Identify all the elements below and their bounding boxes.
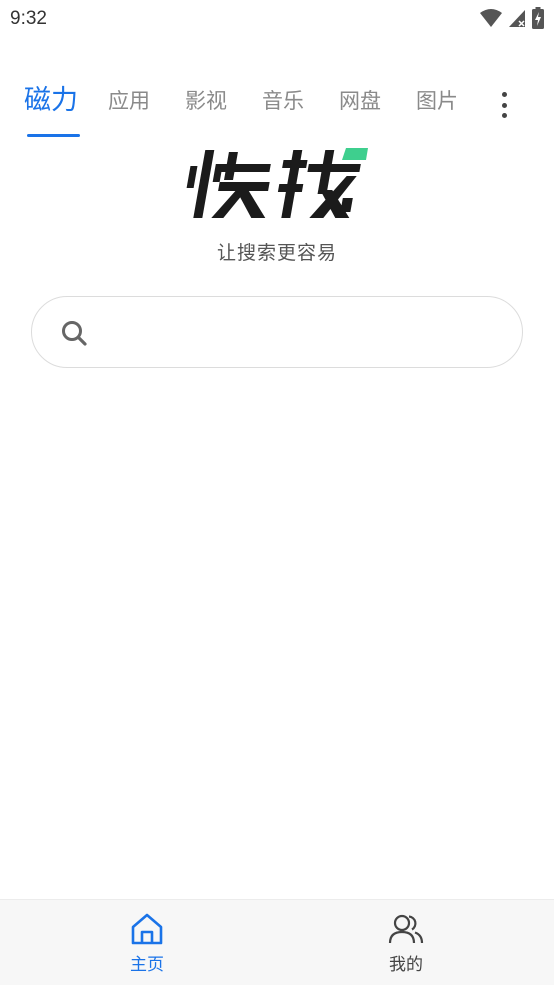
tab-music[interactable]: 音乐 xyxy=(262,76,304,126)
active-tab-indicator xyxy=(27,134,80,137)
wifi-icon xyxy=(480,9,502,27)
nav-home-label: 主页 xyxy=(130,955,164,975)
nav-mine[interactable]: 我的 xyxy=(346,912,466,975)
search-box[interactable] xyxy=(31,296,523,368)
category-tabs: 磁力 应用 影视 音乐 网盘 图片 xyxy=(0,76,554,140)
nav-home[interactable]: 主页 xyxy=(87,912,207,975)
tab-magnet[interactable]: 磁力 xyxy=(24,76,78,126)
tab-images[interactable]: 图片 xyxy=(416,76,458,126)
nav-mine-label: 我的 xyxy=(389,955,423,975)
signal-icon xyxy=(509,10,525,27)
more-vertical-icon[interactable] xyxy=(494,90,514,120)
search-icon xyxy=(62,321,87,346)
status-icons xyxy=(480,7,544,29)
bottom-nav: 主页 我的 xyxy=(0,899,554,985)
status-bar: 9:32 xyxy=(0,0,554,38)
search-input[interactable] xyxy=(104,313,504,353)
users-icon xyxy=(388,914,424,944)
app-logo xyxy=(186,148,368,218)
status-time: 9:32 xyxy=(10,8,47,29)
home-icon xyxy=(131,913,163,945)
tagline: 让搜索更容易 xyxy=(216,242,337,264)
tab-netdisk[interactable]: 网盘 xyxy=(339,76,381,126)
tab-video[interactable]: 影视 xyxy=(185,76,227,126)
battery-charging-icon xyxy=(532,7,544,29)
tab-apps[interactable]: 应用 xyxy=(108,76,150,126)
